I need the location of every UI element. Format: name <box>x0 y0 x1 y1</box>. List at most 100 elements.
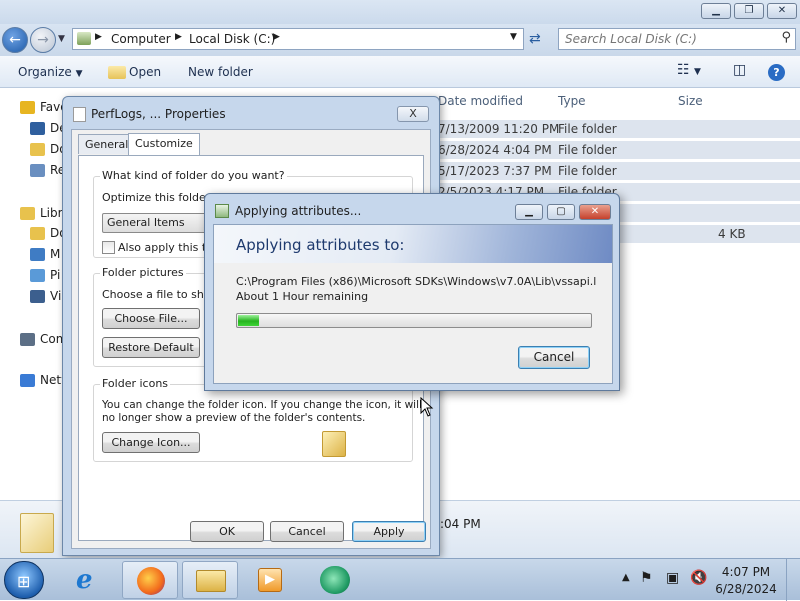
cancel-button[interactable]: Cancel <box>270 521 344 542</box>
progress-body: Applying attributes to: C:\Program Files… <box>213 224 613 384</box>
progress-close-button[interactable]: ✕ <box>579 204 611 220</box>
apply-button[interactable]: Apply <box>352 521 426 542</box>
clock-time[interactable]: 4:07 PM <box>710 565 782 579</box>
breadcrumb-local-disk[interactable]: Local Disk (C:) <box>189 32 275 46</box>
network-tray-icon[interactable]: ▣ <box>666 570 679 586</box>
nav-item-label[interactable]: M <box>50 247 60 261</box>
volume-muted-icon[interactable]: 🔇 <box>690 570 707 586</box>
file-row-type: File folder <box>558 164 617 178</box>
open-button[interactable]: Open <box>129 65 161 79</box>
firefox-icon[interactable] <box>122 561 178 599</box>
progress-title: Applying attributes... <box>235 204 362 218</box>
taskbar: ⊞ e ▶ ▲ ⚑ ▣ 🔇 4:07 PM 6/28/2024 <box>0 558 800 601</box>
file-row-date: 5/17/2023 7:37 PM <box>438 164 552 178</box>
clock-date[interactable]: 6/28/2024 <box>710 582 782 596</box>
nav-item-label[interactable]: Vi <box>50 289 61 303</box>
folder-thumbnail-icon <box>20 513 54 553</box>
search-icon[interactable]: ⚲ <box>781 30 791 45</box>
properties-close-button[interactable]: X <box>397 106 429 122</box>
file-row[interactable]: 5/17/2023 7:37 PM File folder <box>436 162 800 180</box>
help-icon[interactable]: ? <box>768 64 785 81</box>
computer-icon <box>20 333 35 346</box>
address-dropdown-icon[interactable]: ▼ <box>510 32 517 42</box>
breadcrumb-computer[interactable]: Computer <box>111 32 171 46</box>
progress-heading: Applying attributes to: <box>236 236 405 254</box>
progress-time-remaining: About 1 Hour remaining <box>236 290 369 303</box>
properties-title: PerfLogs, ... Properties <box>91 107 226 121</box>
tab-customize[interactable]: Customize <box>128 133 200 155</box>
file-row-size: 4 KB <box>718 227 746 241</box>
breadcrumb-separator-icon[interactable]: ▶ <box>175 32 182 42</box>
file-row-date: 7/13/2009 11:20 PM <box>438 122 560 136</box>
progress-bar <box>236 313 592 328</box>
breadcrumb-separator-icon[interactable]: ▶ <box>95 32 102 42</box>
recent-pages-icon[interactable]: ▼ <box>58 34 65 44</box>
search-box[interactable]: ⚲ <box>558 28 796 50</box>
music-icon <box>30 248 45 261</box>
close-button[interactable]: ✕ <box>767 3 797 19</box>
back-button[interactable]: ← <box>2 27 28 53</box>
view-options-icon[interactable]: ☷ ▼ <box>677 62 701 78</box>
column-size[interactable]: Size <box>678 94 703 108</box>
file-row[interactable]: 7/13/2009 11:20 PM File folder <box>436 120 800 138</box>
network-icon <box>20 374 35 387</box>
restore-default-button[interactable]: Restore Default <box>102 337 200 358</box>
progress-dialog: Applying attributes... ▁ ▢ ✕ Applying at… <box>204 193 620 391</box>
progress-bar-fill <box>238 315 259 326</box>
chevron-down-icon: ▼ <box>75 69 83 79</box>
folder-pictures-label: Folder pictures <box>100 266 186 279</box>
choose-file-label: Choose a file to show <box>102 288 220 301</box>
choose-file-button[interactable]: Choose File... <box>102 308 200 329</box>
explorer-title-bar: ▁ ❐ ✕ <box>0 0 800 24</box>
folder-type-label: What kind of folder do you want? <box>100 169 287 182</box>
refresh-icon[interactable]: ⇄ <box>529 31 541 47</box>
pictures-icon <box>30 269 45 282</box>
folder-icons-group: Folder icons You can change the folder i… <box>93 377 422 462</box>
libraries-icon <box>20 207 35 220</box>
media-player-icon[interactable]: ▶ <box>242 561 298 599</box>
folder-icons-label: Folder icons <box>100 377 171 390</box>
maximize-button[interactable]: ❐ <box>734 3 764 19</box>
change-icon-button[interactable]: Change Icon... <box>102 432 200 453</box>
organize-button[interactable]: Organize ▼ <box>18 65 83 79</box>
address-bar[interactable]: ▶ Computer ▶ Local Disk (C:) ▶ ▼ <box>72 28 524 50</box>
folder-icon-preview <box>322 431 346 457</box>
progress-cancel-button[interactable]: Cancel <box>518 346 590 369</box>
progress-header: Applying attributes to: <box>214 225 612 263</box>
tab-general[interactable]: General <box>78 134 136 154</box>
ok-button[interactable]: OK <box>190 521 264 542</box>
file-row-type: File folder <box>558 143 617 157</box>
minimize-button[interactable]: ▁ <box>701 3 731 19</box>
new-folder-button[interactable]: New folder <box>188 65 253 79</box>
progress-maximize-button[interactable]: ▢ <box>547 204 575 220</box>
open-folder-icon <box>108 66 126 79</box>
windows-explorer-icon[interactable] <box>182 561 238 599</box>
column-date-modified[interactable]: Date modified <box>438 94 523 108</box>
apply-subfolders-checkbox[interactable] <box>102 241 115 254</box>
action-center-flag-icon[interactable]: ⚑ <box>640 570 653 586</box>
optimize-select[interactable]: General Items <box>102 213 212 233</box>
internet-explorer-icon[interactable]: e <box>62 561 118 599</box>
progress-minimize-button[interactable]: ▁ <box>515 204 543 220</box>
file-row[interactable]: 6/28/2024 4:04 PM File folder <box>436 141 800 159</box>
document-icon <box>73 107 86 122</box>
mouse-cursor-icon <box>420 397 434 417</box>
search-input[interactable] <box>565 30 775 48</box>
recent-places-icon <box>30 164 45 177</box>
start-button[interactable]: ⊞ <box>4 561 44 599</box>
column-type[interactable]: Type <box>558 94 586 108</box>
documents-icon <box>30 227 45 240</box>
folder-icons-text-1: You can change the folder icon. If you c… <box>102 399 422 411</box>
downloads-icon <box>30 143 45 156</box>
optimize-value: General Items <box>107 216 185 229</box>
nav-item-label[interactable]: Pi <box>50 268 60 282</box>
file-row-date: 6/28/2024 4:04 PM <box>438 143 552 157</box>
computer-icon <box>77 32 91 45</box>
show-desktop-button[interactable] <box>786 559 800 601</box>
preview-pane-icon[interactable]: ◫ <box>733 62 746 78</box>
show-hidden-icons-icon[interactable]: ▲ <box>622 572 630 583</box>
file-row-type: File folder <box>558 122 617 136</box>
forward-button[interactable]: → <box>30 27 56 53</box>
app-icon[interactable] <box>308 561 364 599</box>
breadcrumb-separator-icon[interactable]: ▶ <box>273 32 280 42</box>
